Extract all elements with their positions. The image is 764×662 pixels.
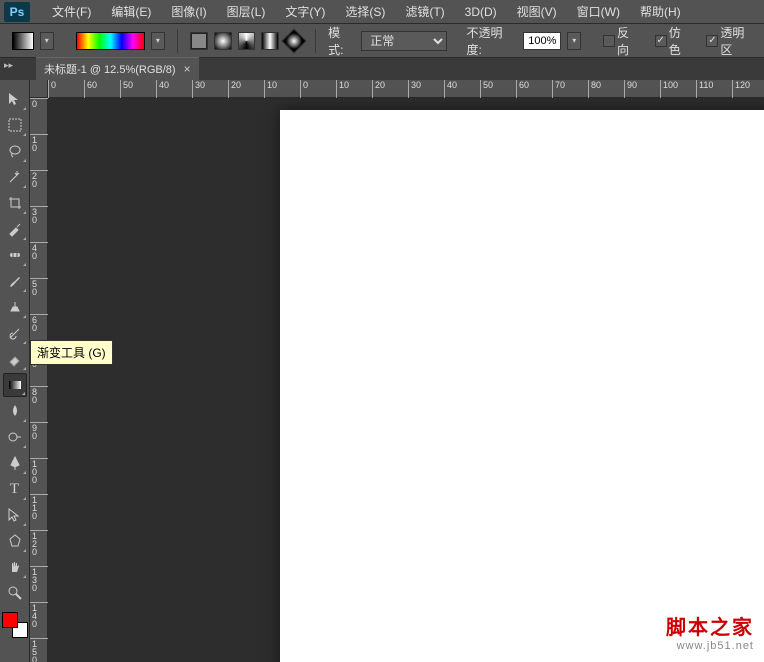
dither-checkbox[interactable]: 仿色 [655, 24, 693, 58]
shape-tool[interactable] [3, 529, 27, 553]
eyedropper-tool[interactable] [3, 217, 27, 241]
gradient-type-diamond[interactable] [282, 28, 307, 53]
separator [315, 29, 316, 53]
history-brush-tool[interactable] [3, 321, 27, 345]
opacity-input[interactable] [523, 32, 561, 50]
menu-layer[interactable]: 图层(L) [217, 0, 276, 23]
blur-tool[interactable] [3, 399, 27, 423]
tool-preset-dropdown[interactable]: ▾ [40, 32, 54, 50]
document-tab[interactable]: 未标题-1 @ 12.5%(RGB/8) × [36, 57, 199, 80]
menu-3d[interactable]: 3D(D) [455, 2, 507, 22]
foreground-color[interactable] [2, 612, 18, 628]
document-tab-bar: 未标题-1 @ 12.5%(RGB/8) × [0, 58, 764, 80]
clone-stamp-tool[interactable] [3, 295, 27, 319]
gradient-picker-dropdown[interactable]: ▾ [151, 32, 165, 50]
close-tab-icon[interactable]: × [184, 62, 191, 76]
type-tool[interactable]: T [3, 477, 27, 501]
menu-image[interactable]: 图像(I) [161, 0, 216, 23]
opacity-label: 不透明度: [466, 24, 517, 58]
hand-tool[interactable] [3, 555, 27, 579]
magic-wand-tool[interactable] [3, 165, 27, 189]
workspace: T 06050403020100102030405060708090100110… [0, 80, 764, 662]
menu-help[interactable]: 帮助(H) [630, 0, 691, 23]
options-bar: ▾ ▾ 模式: 正常 不透明度: ▾ 反向 仿色 透明区 [0, 24, 764, 58]
app-logo: Ps [4, 2, 30, 22]
menu-bar: Ps 文件(F) 编辑(E) 图像(I) 图层(L) 文字(Y) 选择(S) 滤… [0, 0, 764, 24]
healing-brush-tool[interactable] [3, 243, 27, 267]
menu-select[interactable]: 选择(S) [335, 0, 395, 23]
separator [177, 29, 178, 53]
gradient-type-angle[interactable] [238, 32, 256, 50]
watermark: 脚本之家 www.jb51.net [666, 611, 754, 652]
crop-tool[interactable] [3, 191, 27, 215]
menu-type[interactable]: 文字(Y) [275, 0, 335, 23]
mode-label: 模式: [328, 24, 355, 58]
marquee-tool[interactable] [3, 113, 27, 137]
menu-window[interactable]: 窗口(W) [567, 0, 630, 23]
color-swatches[interactable] [2, 612, 28, 638]
tools-panel: T [0, 80, 30, 662]
lasso-tool[interactable] [3, 139, 27, 163]
reverse-checkbox[interactable]: 反向 [603, 24, 641, 58]
move-tool[interactable] [3, 87, 27, 111]
zoom-tool[interactable] [3, 581, 27, 605]
tool-preset-icon[interactable] [12, 32, 34, 50]
gradient-type-radial[interactable] [214, 32, 232, 50]
tool-tooltip: 渐变工具 (G) [30, 340, 113, 365]
gradient-editor-preview[interactable] [76, 32, 145, 50]
gradient-type-linear[interactable] [190, 32, 208, 50]
horizontal-ruler[interactable]: 0605040302010010203040506070809010011012… [48, 80, 764, 98]
opacity-dropdown[interactable]: ▾ [567, 32, 581, 50]
watermark-text: 脚本之家 [666, 611, 754, 640]
document-canvas[interactable] [280, 110, 764, 662]
menu-view[interactable]: 视图(V) [507, 0, 567, 23]
menu-file[interactable]: 文件(F) [42, 0, 101, 23]
dodge-tool[interactable] [3, 425, 27, 449]
gradient-tool[interactable] [3, 373, 27, 397]
ruler-origin[interactable] [30, 80, 48, 98]
menu-filter[interactable]: 滤镜(T) [395, 0, 454, 23]
canvas-area: 0605040302010010203040506070809010011012… [30, 80, 764, 662]
gradient-type-reflected[interactable] [261, 32, 279, 50]
brush-tool[interactable] [3, 269, 27, 293]
blend-mode-select[interactable]: 正常 [361, 31, 446, 51]
vertical-ruler[interactable]: 0102030405060708090100110120130140150 [30, 98, 48, 662]
menu-edit[interactable]: 编辑(E) [101, 0, 161, 23]
pen-tool[interactable] [3, 451, 27, 475]
eraser-tool[interactable] [3, 347, 27, 371]
transparency-checkbox[interactable]: 透明区 [706, 24, 756, 58]
collapse-panels-icon[interactable]: ▸▸ [4, 60, 13, 71]
watermark-url: www.jb51.net [666, 640, 754, 652]
path-selection-tool[interactable] [3, 503, 27, 527]
document-tab-title: 未标题-1 @ 12.5%(RGB/8) [44, 61, 176, 77]
